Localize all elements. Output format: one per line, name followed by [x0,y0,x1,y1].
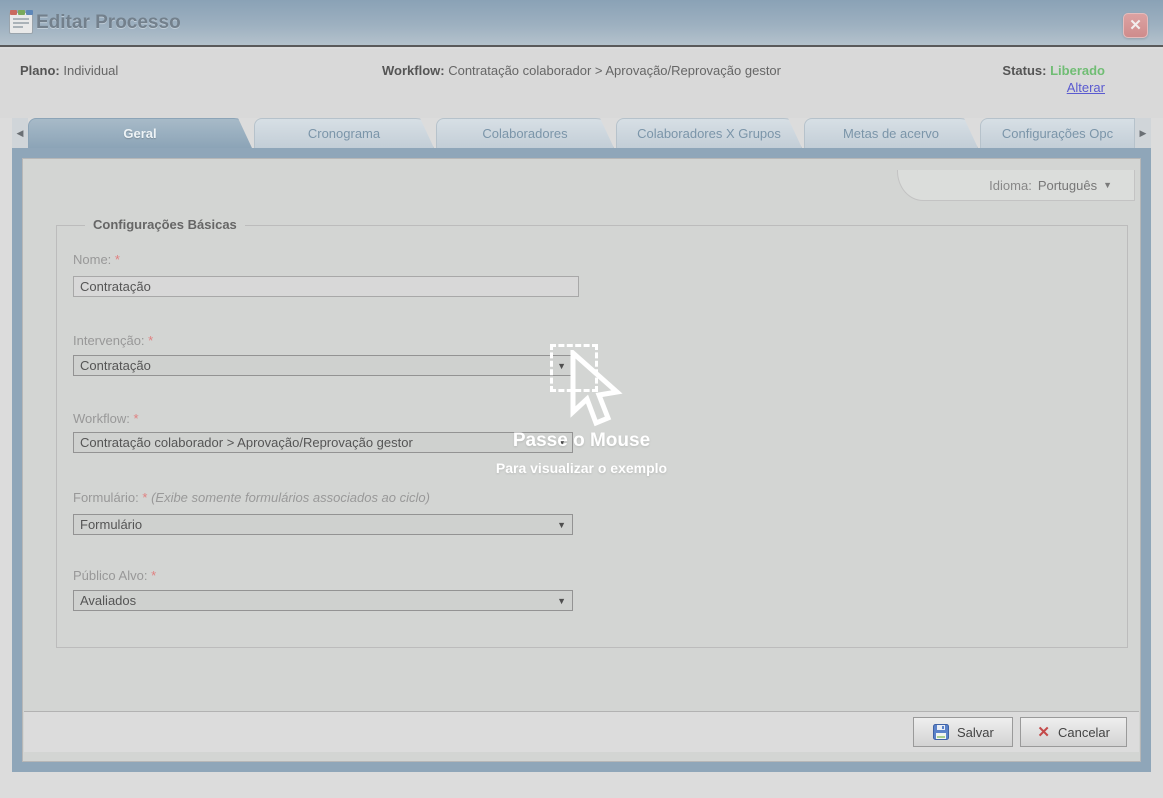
formulario-label: Formulário: * (Exibe somente formulários… [73,490,430,505]
publico-alvo-label: Público Alvo: * [73,568,156,583]
status-info: Status: Liberado Alterar [1002,63,1105,95]
overlay-hint-title: Passe o Mouse [0,430,1163,452]
tab-colaboradores[interactable]: Colaboradores [436,118,614,148]
tab-strip: ◀ Geral Cronograma Colaboradores Colabor… [12,118,1151,148]
dialog-title: Editar Processo [36,0,181,46]
tab-scroll-right-icon[interactable]: ▶ [1135,118,1151,148]
process-info-bar: Plano: Individual Workflow: Contratação … [0,49,1163,118]
intervencao-label: Intervenção: * [73,333,153,348]
dialog-footer: Salvar ✕ Cancelar [24,711,1139,752]
required-mark: * [151,568,156,583]
tab-geral[interactable]: Geral [28,118,252,148]
idioma-value: Português [1038,178,1097,193]
salvar-label: Salvar [957,725,994,740]
required-mark: * [148,333,153,348]
cancel-x-icon: ✕ [1037,725,1050,740]
process-form-icon [9,12,33,34]
cancelar-label: Cancelar [1058,725,1110,740]
editar-processo-dialog: Editar Processo ✕ Plano: Individual Work… [0,0,1163,798]
close-icon[interactable]: ✕ [1123,13,1148,38]
save-icon [933,724,949,740]
nome-label: Nome: * [73,252,120,267]
salvar-button[interactable]: Salvar [913,717,1013,747]
formulario-note: (Exibe somente formulários associados ao… [151,490,430,505]
intervencao-select[interactable]: Contratação ▼ [73,355,573,376]
cancelar-button[interactable]: ✕ Cancelar [1020,717,1127,747]
tab-cronograma[interactable]: Cronograma [254,118,434,148]
language-selector[interactable]: Idioma: Português ▼ [897,170,1135,201]
idioma-label: Idioma: [989,178,1032,193]
alterar-link[interactable]: Alterar [1067,80,1105,95]
publico-alvo-select[interactable]: Avaliados ▼ [73,590,573,611]
formulario-select[interactable]: Formulário ▼ [73,514,573,535]
workflow-info: Workflow: Contratação colaborador > Apro… [0,63,1163,78]
workflow-field-label: Workflow: * [73,411,139,426]
dialog-titlebar: Editar Processo ✕ [0,0,1163,47]
idioma-dropdown-icon: ▼ [1103,180,1112,190]
overlay-hint-subtitle: Para visualizar o exemplo [0,460,1163,476]
required-mark: * [142,490,147,505]
workflow-label: Workflow: [382,63,445,78]
chevron-down-icon: ▼ [557,515,566,535]
mouse-cursor-icon [569,350,627,436]
required-mark: * [133,411,138,426]
status-badge: Liberado [1050,63,1105,78]
workflow-value: Contratação colaborador > Aprovação/Repr… [448,63,781,78]
tab-scroll-left-icon[interactable]: ◀ [12,118,28,148]
tab-colaboradores-x-grupos[interactable]: Colaboradores X Grupos [616,118,802,148]
nome-input[interactable] [73,276,579,297]
chevron-down-icon: ▼ [557,591,566,611]
group-title: Configurações Básicas [85,217,245,232]
tab-metas-de-acervo[interactable]: Metas de acervo [804,118,978,148]
required-mark: * [115,252,120,267]
status-label: Status: [1002,63,1046,78]
tab-configuracoes-opcionais[interactable]: Configurações Opc [980,118,1135,148]
